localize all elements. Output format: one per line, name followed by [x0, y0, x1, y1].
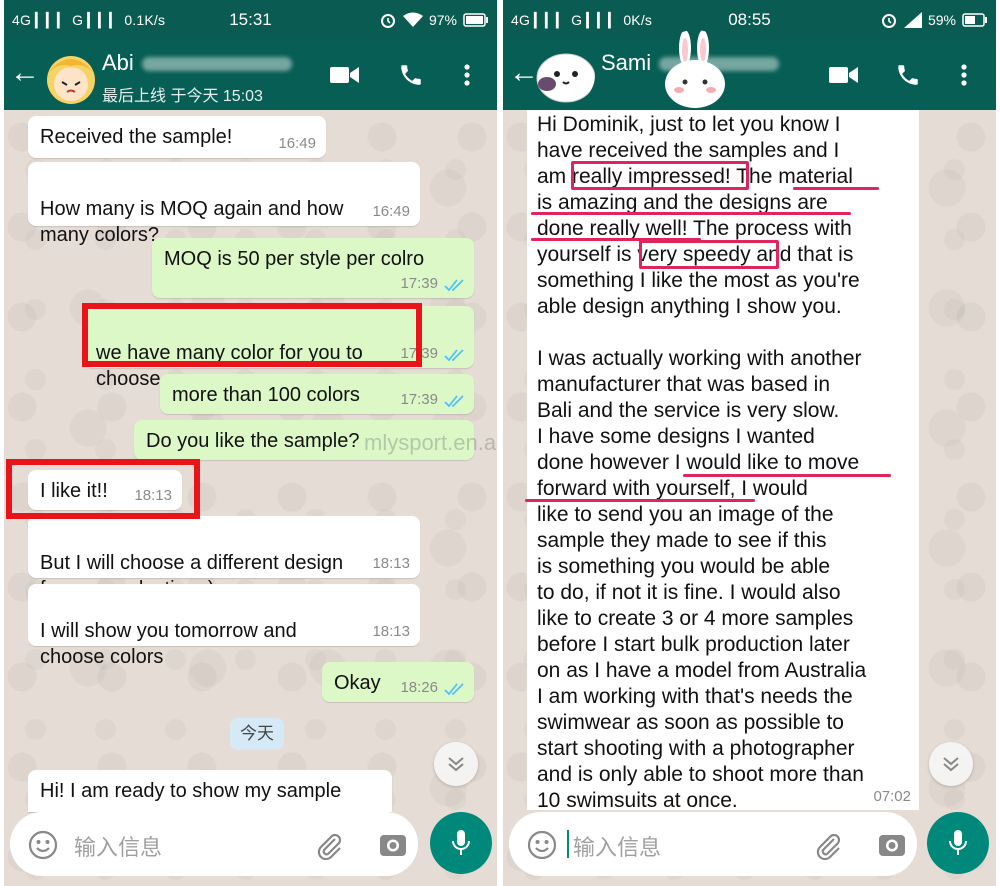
message-bubble[interactable]: Okay 18:26 [322, 662, 474, 702]
mic-button[interactable] [430, 812, 492, 874]
contact-name-text: Sami [601, 50, 652, 75]
annotation-highlight-box [639, 240, 779, 269]
message-bubble[interactable]: But I will choose a different design for… [28, 516, 420, 600]
chat-header: ← Sami [503, 30, 996, 110]
message-bubble[interactable]: Hi Dominik, just to let you know I have … [527, 110, 919, 810]
message-time: 18:13 [372, 623, 410, 640]
battery-percent: 97% [428, 12, 457, 28]
message-bubble[interactable]: MOQ is 50 per style per colro 17:39 [152, 238, 474, 298]
mic-icon [452, 830, 470, 855]
emoji-icon[interactable] [527, 830, 557, 860]
alarm-icon [380, 14, 395, 28]
phone-icon[interactable] [891, 58, 925, 92]
text-cursor [567, 830, 569, 858]
avatar[interactable] [40, 44, 102, 106]
avatar[interactable] [533, 44, 595, 106]
message-paragraph-1: Hi Dominik, just to let you know I have … [537, 113, 860, 318]
phone-icon[interactable] [394, 58, 428, 92]
more-vert-icon[interactable] [947, 58, 981, 92]
emoji-icon[interactable] [28, 830, 58, 860]
chat-header: ← Abi 最后上线 于今天 15:03 [4, 40, 497, 110]
annotation-underline [531, 238, 701, 241]
message-bubble[interactable]: more than 100 colors 17:39 [160, 374, 474, 414]
blurred-surname [141, 57, 292, 72]
annotation-highlight-box [571, 161, 749, 190]
message-bubble[interactable]: I will show you tomorrow and choose colo… [28, 584, 420, 668]
message-text: Do you like the sample? [146, 430, 360, 452]
message-input-bar[interactable]: 输入信息 [509, 812, 917, 876]
contact-name[interactable]: Abi [102, 50, 292, 76]
message-time: 18:26 [400, 679, 438, 696]
message-bubble[interactable]: Hi! I am ready to show my sample [28, 770, 392, 812]
date-chip: 今天 [230, 718, 284, 750]
attach-icon[interactable] [314, 830, 344, 860]
battery-icon [463, 13, 488, 27]
contact-name-text: Abi [102, 50, 134, 75]
status-bar: 4G ▎▎▎ G ▎▎▎ 0.1K/s 15:31 97% [4, 0, 497, 40]
double-check-icon [444, 683, 464, 696]
message-input-bar[interactable]: 输入信息 [10, 812, 418, 876]
chevron-double-down-icon [943, 757, 959, 772]
message-time: 17:39 [400, 275, 438, 292]
message-time: 16:49 [278, 135, 316, 152]
status-carrier: 4G ▎▎▎ G ▎▎▎ 0K/s [511, 11, 653, 28]
message-input[interactable]: 输入信息 [74, 830, 162, 862]
annotation-underline [683, 474, 891, 477]
message-time: 16:49 [372, 203, 410, 220]
message-time: 18:13 [372, 555, 410, 572]
chevron-double-down-icon [448, 757, 464, 772]
annotation-red-box [82, 303, 422, 367]
scroll-down-button[interactable] [434, 742, 478, 786]
mic-button[interactable] [927, 812, 989, 874]
annotation-underline [525, 499, 755, 502]
message-bubble[interactable]: How many is MOQ again and how many color… [28, 162, 420, 246]
message-bubble[interactable]: Received the sample! 16:49 [28, 116, 326, 158]
right-chat-screen: 4G ▎▎▎ G ▎▎▎ 0K/s 08:55 59% ← Sami Hi Do… [503, 0, 996, 886]
last-seen: 最后上线 于今天 15:03 [102, 88, 263, 105]
annotation-underline [793, 187, 879, 190]
status-bar: 4G ▎▎▎ G ▎▎▎ 0K/s 08:55 59% [503, 0, 996, 40]
message-text: more than 100 colors [172, 384, 360, 406]
back-arrow-icon[interactable]: ← [10, 58, 40, 88]
attach-icon[interactable] [813, 830, 843, 860]
mic-icon [949, 830, 967, 855]
signal-icon [903, 12, 922, 28]
message-time: 07:02 [873, 788, 911, 805]
camera-icon[interactable] [877, 830, 907, 860]
video-call-icon[interactable] [827, 58, 861, 92]
camera-icon[interactable] [378, 830, 408, 860]
video-call-icon[interactable] [328, 58, 362, 92]
message-text: Received the sample! [40, 126, 233, 148]
status-carrier: 4G ▎▎▎ G ▎▎▎ 0.1K/s [12, 11, 166, 28]
annotation-underline [531, 212, 851, 215]
message-text: Hi! I am ready to show my sample [40, 780, 342, 802]
wifi-icon [402, 12, 423, 27]
message-paragraph-2: I was actually working with another manu… [537, 347, 867, 810]
message-text: MOQ is 50 per style per colro [164, 248, 425, 270]
battery-icon [962, 13, 987, 27]
battery-percent: 59% [927, 12, 956, 28]
sticker-bunny [655, 30, 735, 110]
annotation-red-box [6, 459, 200, 519]
double-check-icon [444, 349, 464, 362]
double-check-icon [444, 395, 464, 408]
watermark: mlysport.en.alibaba.com [364, 430, 497, 455]
double-check-icon [444, 279, 464, 292]
more-vert-icon[interactable] [450, 58, 484, 92]
message-time: 17:39 [400, 391, 438, 408]
left-chat-screen: 4G ▎▎▎ G ▎▎▎ 0.1K/s 15:31 97% ← Abi 最后上线… [4, 0, 497, 886]
scroll-down-button[interactable] [929, 742, 973, 786]
message-text: Okay [334, 672, 381, 694]
alarm-icon [881, 14, 896, 28]
message-input[interactable]: 输入信息 [573, 830, 661, 862]
